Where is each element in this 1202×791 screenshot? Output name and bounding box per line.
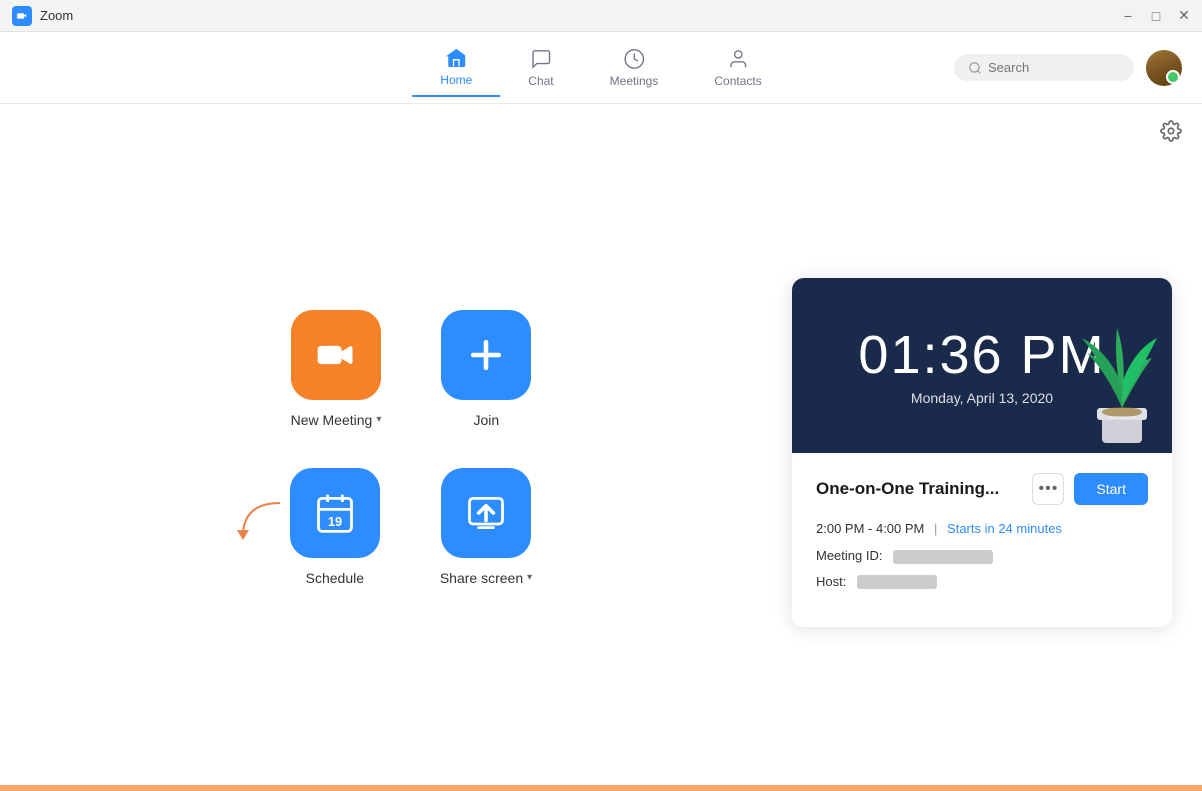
card-time: 01:36 PM xyxy=(858,324,1105,386)
close-button[interactable]: ✕ xyxy=(1178,10,1190,22)
join-button[interactable]: Join xyxy=(441,310,531,428)
main-content: New Meeting ▾ Join xyxy=(0,104,1202,791)
bottom-bar xyxy=(0,785,1202,791)
right-panel: 01:36 PM Monday, April 13, 2020 xyxy=(762,104,1202,791)
more-button[interactable]: ••• xyxy=(1032,473,1064,505)
start-button[interactable]: Start xyxy=(1074,473,1148,505)
schedule-icon: 19 xyxy=(290,468,380,558)
schedule-label: Schedule xyxy=(306,570,364,586)
starts-in: Starts in 24 minutes xyxy=(947,521,1062,536)
card-header: 01:36 PM Monday, April 13, 2020 xyxy=(792,278,1172,453)
meeting-card: 01:36 PM Monday, April 13, 2020 xyxy=(792,278,1172,627)
nav-home-label: Home xyxy=(440,73,472,87)
new-meeting-button[interactable]: New Meeting ▾ xyxy=(291,310,382,428)
nav-contacts-label: Contacts xyxy=(714,74,761,88)
nav-chat[interactable]: Chat xyxy=(500,40,581,96)
action-row-2: 19 Schedule Share screen xyxy=(290,468,532,586)
settings-gear-button[interactable] xyxy=(1160,120,1182,147)
join-label: Join xyxy=(474,412,500,428)
share-screen-label: Share screen ▾ xyxy=(440,570,532,586)
share-screen-button[interactable]: Share screen ▾ xyxy=(440,468,532,586)
titlebar-left: Zoom xyxy=(12,6,73,26)
card-date: Monday, April 13, 2020 xyxy=(911,390,1053,406)
titlebar: Zoom − □ ✕ xyxy=(0,0,1202,32)
meeting-title: One-on-One Training... xyxy=(816,479,999,499)
join-icon xyxy=(441,310,531,400)
meeting-time: 2:00 PM - 4:00 PM | Starts in 24 minutes xyxy=(816,521,1148,536)
action-row-1: New Meeting ▾ Join xyxy=(291,310,532,428)
titlebar-controls: − □ ✕ xyxy=(1122,10,1190,22)
nav-meetings-label: Meetings xyxy=(610,74,659,88)
card-body: One-on-One Training... ••• Start 2:00 PM… xyxy=(792,453,1172,627)
new-meeting-chevron: ▾ xyxy=(376,414,381,425)
nav-contacts[interactable]: Contacts xyxy=(686,40,789,96)
new-meeting-label: New Meeting ▾ xyxy=(291,412,382,428)
avatar[interactable] xyxy=(1146,50,1182,86)
meeting-id-blurred xyxy=(893,550,993,564)
meeting-title-row: One-on-One Training... ••• Start xyxy=(816,473,1148,505)
host-blurred xyxy=(857,575,937,589)
share-screen-chevron: ▾ xyxy=(527,572,532,583)
search-input[interactable] xyxy=(988,60,1118,75)
share-screen-icon xyxy=(441,468,531,558)
search-box[interactable] xyxy=(954,54,1134,81)
maximize-button[interactable]: □ xyxy=(1150,10,1162,22)
nav-chat-label: Chat xyxy=(528,74,553,88)
plant-decoration xyxy=(1072,308,1172,453)
calendar-icon: 19 xyxy=(313,491,357,535)
nav-right xyxy=(954,50,1182,86)
camera-icon xyxy=(314,333,358,377)
svg-text:19: 19 xyxy=(328,513,342,528)
schedule-button[interactable]: 19 Schedule xyxy=(290,468,380,586)
meeting-actions: ••• Start xyxy=(1032,473,1148,505)
nav-home[interactable]: Home xyxy=(412,39,500,97)
search-icon xyxy=(968,61,982,75)
zoom-logo xyxy=(12,6,32,26)
meeting-id-row: Meeting ID: xyxy=(816,548,1148,564)
new-meeting-icon xyxy=(291,310,381,400)
nav-center: Home Chat Meetings Contacts xyxy=(412,39,789,97)
action-area: New Meeting ▾ Join xyxy=(0,104,762,791)
topnav: Home Chat Meetings Contacts xyxy=(0,32,1202,104)
host-row: Host: xyxy=(816,574,1148,590)
upload-icon xyxy=(464,491,508,535)
minimize-button[interactable]: − xyxy=(1122,10,1134,22)
nav-meetings[interactable]: Meetings xyxy=(582,40,687,96)
app-title: Zoom xyxy=(40,8,73,23)
plus-icon xyxy=(464,333,508,377)
arrow-decoration xyxy=(235,498,285,548)
